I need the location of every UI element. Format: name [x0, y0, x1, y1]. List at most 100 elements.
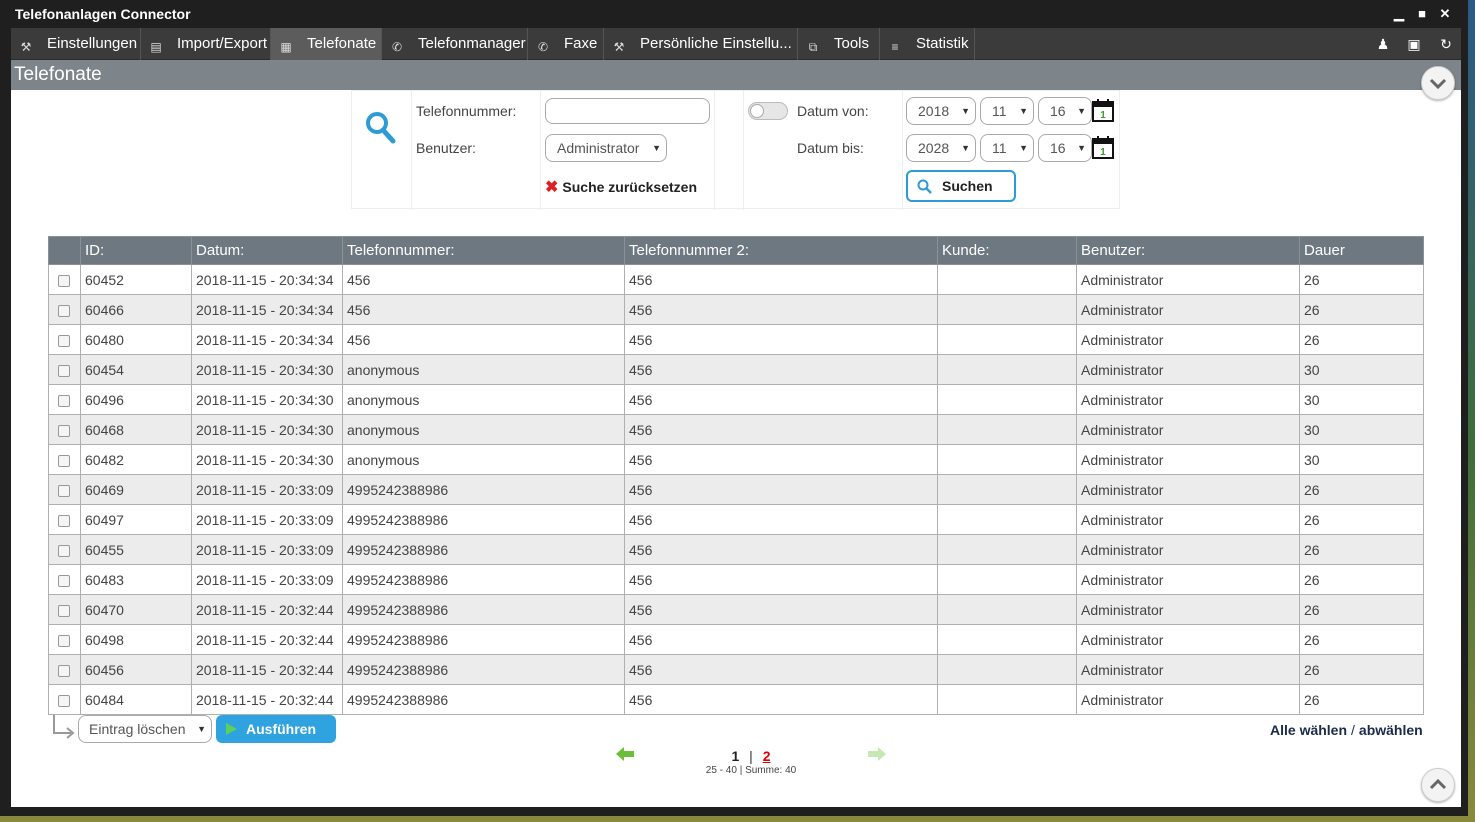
cell-duration: 30 [1299, 414, 1424, 445]
profile-icon[interactable]: ▣ [1404, 34, 1424, 54]
cell-phone: 456 [342, 324, 625, 355]
cell-phone2: 456 [624, 264, 938, 295]
table-row[interactable]: 60483 2018-11-15 - 20:33:09 4995242388986 4… [48, 564, 1424, 595]
cell-user: Administrator [1076, 444, 1300, 475]
cell-phone2: 456 [624, 594, 938, 625]
row-checkbox[interactable] [58, 484, 70, 497]
menu-item-import-export[interactable]: ▤ Import/Export [141, 28, 271, 60]
cell-phone2: 456 [624, 354, 938, 385]
page-2-link[interactable]: 2 [763, 748, 771, 764]
table-row[interactable]: 60496 2018-11-15 - 20:34:30 anonymous 456 Ad… [48, 384, 1424, 415]
column-header-duration[interactable]: Dauer [1299, 236, 1424, 265]
cell-date: 2018-11-15 - 20:32:44 [191, 654, 343, 685]
table-row[interactable]: 60469 2018-11-15 - 20:33:09 4995242388986 4… [48, 474, 1424, 505]
row-checkbox[interactable] [58, 574, 70, 587]
cell-user: Administrator [1076, 294, 1300, 325]
minimize-icon[interactable]: ▁ [1388, 4, 1410, 24]
column-header-id[interactable]: ID: [80, 236, 192, 265]
calendar-icon[interactable]: 1 [1092, 135, 1114, 159]
prev-page-icon[interactable] [616, 746, 636, 762]
table-row[interactable]: 60497 2018-11-15 - 20:33:09 4995242388986 4… [48, 504, 1424, 535]
select-all-link[interactable]: Alle wählen [1270, 722, 1347, 738]
menu-item-tools[interactable]: ⧉ Tools [798, 28, 880, 60]
user-label: Benutzer: [416, 140, 476, 156]
cell-phone2: 456 [624, 684, 938, 715]
bulk-action-arrow-icon [53, 715, 75, 739]
user-select[interactable]: Administrator ▼ [545, 134, 667, 162]
menu-item-einstellungen[interactable]: ⚒ Einstellungen [11, 28, 141, 60]
row-checkbox[interactable] [58, 304, 70, 317]
date-to-year-select[interactable]: 2028 ▼ [906, 134, 976, 162]
search-button[interactable]: Suchen [906, 170, 1016, 202]
cell-id: 60452 [80, 264, 192, 295]
row-checkbox[interactable] [58, 694, 70, 707]
user-admin-icon[interactable]: ♟ [1373, 34, 1393, 54]
menu-item-persoenliche-einstellungen[interactable]: ⚒ Persönliche Einstellu... [604, 28, 798, 60]
cell-id: 60455 [80, 534, 192, 565]
calendar-icon[interactable]: 1 [1092, 98, 1114, 122]
date-from-month-select[interactable]: 11 ▼ [980, 97, 1034, 125]
cell-customer [937, 444, 1077, 475]
column-header-date[interactable]: Datum: [191, 236, 343, 265]
table-row[interactable]: 60468 2018-11-15 - 20:34:30 anonymous 456 Ad… [48, 414, 1424, 445]
menu-item-telefonmanager[interactable]: ✆ Telefonmanager [382, 28, 528, 60]
row-checkbox[interactable] [58, 604, 70, 617]
phone-number-input[interactable] [545, 98, 710, 124]
column-header-phone[interactable]: Telefonnummer: [342, 236, 625, 265]
menu-item-faxe[interactable]: ✆ Faxe [528, 28, 604, 60]
date-from-day-select[interactable]: 16 ▼ [1038, 97, 1092, 125]
table-row[interactable]: 60452 2018-11-15 - 20:34:34 456 456 Administ… [48, 264, 1424, 295]
cell-date: 2018-11-15 - 20:34:30 [191, 444, 343, 475]
column-header-customer[interactable]: Kunde: [937, 236, 1077, 265]
next-page-icon[interactable] [866, 746, 886, 762]
date-filter-toggle[interactable] [748, 102, 788, 120]
row-checkbox[interactable] [58, 514, 70, 527]
table-row[interactable]: 60482 2018-11-15 - 20:34:30 anonymous 456 Ad… [48, 444, 1424, 475]
row-checkbox[interactable] [58, 424, 70, 437]
column-header-user[interactable]: Benutzer: [1076, 236, 1300, 265]
table-row[interactable]: 60455 2018-11-15 - 20:33:09 4995242388986 4… [48, 534, 1424, 565]
cell-customer [937, 384, 1077, 415]
table-row[interactable]: 60498 2018-11-15 - 20:32:44 4995242388986 4… [48, 624, 1424, 655]
page-1-link[interactable]: 1 [731, 748, 739, 764]
cell-user: Administrator [1076, 474, 1300, 505]
cell-date: 2018-11-15 - 20:33:09 [191, 564, 343, 595]
cell-user: Administrator [1076, 684, 1300, 715]
row-checkbox[interactable] [58, 544, 70, 557]
row-checkbox[interactable] [58, 364, 70, 377]
column-header-phone2[interactable]: Telefonnummer 2: [624, 236, 938, 265]
refresh-icon[interactable]: ↻ [1436, 34, 1456, 54]
table-row[interactable]: 60456 2018-11-15 - 20:32:44 4995242388986 4… [48, 654, 1424, 685]
row-checkbox[interactable] [58, 454, 70, 467]
menu-item-statistik[interactable]: ≡ Statistik [880, 28, 975, 60]
cell-phone2: 456 [624, 294, 938, 325]
date-from-year-select[interactable]: 2018 ▼ [906, 97, 976, 125]
cell-date: 2018-11-15 - 20:32:44 [191, 684, 343, 715]
close-icon[interactable]: ✕ [1434, 4, 1456, 24]
menu-item-telefonate[interactable]: ▦ Telefonate [271, 28, 382, 60]
execute-button[interactable]: Ausführen [216, 715, 336, 743]
bulk-action-select[interactable]: Eintrag löschen ▼ [78, 715, 212, 743]
cell-id: 60454 [80, 354, 192, 385]
row-checkbox[interactable] [58, 274, 70, 287]
table-row[interactable]: 60470 2018-11-15 - 20:32:44 4995242388986 4… [48, 594, 1424, 625]
cell-id: 60498 [80, 624, 192, 655]
cell-phone: anonymous [342, 384, 625, 415]
date-to-day-select[interactable]: 16 ▼ [1038, 134, 1092, 162]
row-checkbox-cell [48, 564, 81, 595]
table-row[interactable]: 60480 2018-11-15 - 20:34:34 456 456 Administ… [48, 324, 1424, 355]
scroll-to-top-button[interactable] [1421, 768, 1455, 802]
maximize-icon[interactable]: ■ [1411, 4, 1433, 24]
reset-search-link[interactable]: ✖ Suche zurücksetzen [545, 177, 697, 197]
table-row[interactable]: 60466 2018-11-15 - 20:34:34 456 456 Administ… [48, 294, 1424, 325]
collapse-button[interactable] [1421, 66, 1455, 100]
row-checkbox[interactable] [58, 634, 70, 647]
row-checkbox[interactable] [58, 394, 70, 407]
date-to-month-select[interactable]: 11 ▼ [980, 134, 1034, 162]
deselect-all-link[interactable]: abwählen [1359, 722, 1423, 738]
table-row[interactable]: 60454 2018-11-15 - 20:34:30 anonymous 456 Ad… [48, 354, 1424, 385]
table-row[interactable]: 60484 2018-11-15 - 20:32:44 4995242388986 4… [48, 684, 1424, 715]
row-checkbox[interactable] [58, 664, 70, 677]
row-checkbox[interactable] [58, 334, 70, 347]
dropdown-arrow-icon: ▼ [197, 724, 206, 734]
